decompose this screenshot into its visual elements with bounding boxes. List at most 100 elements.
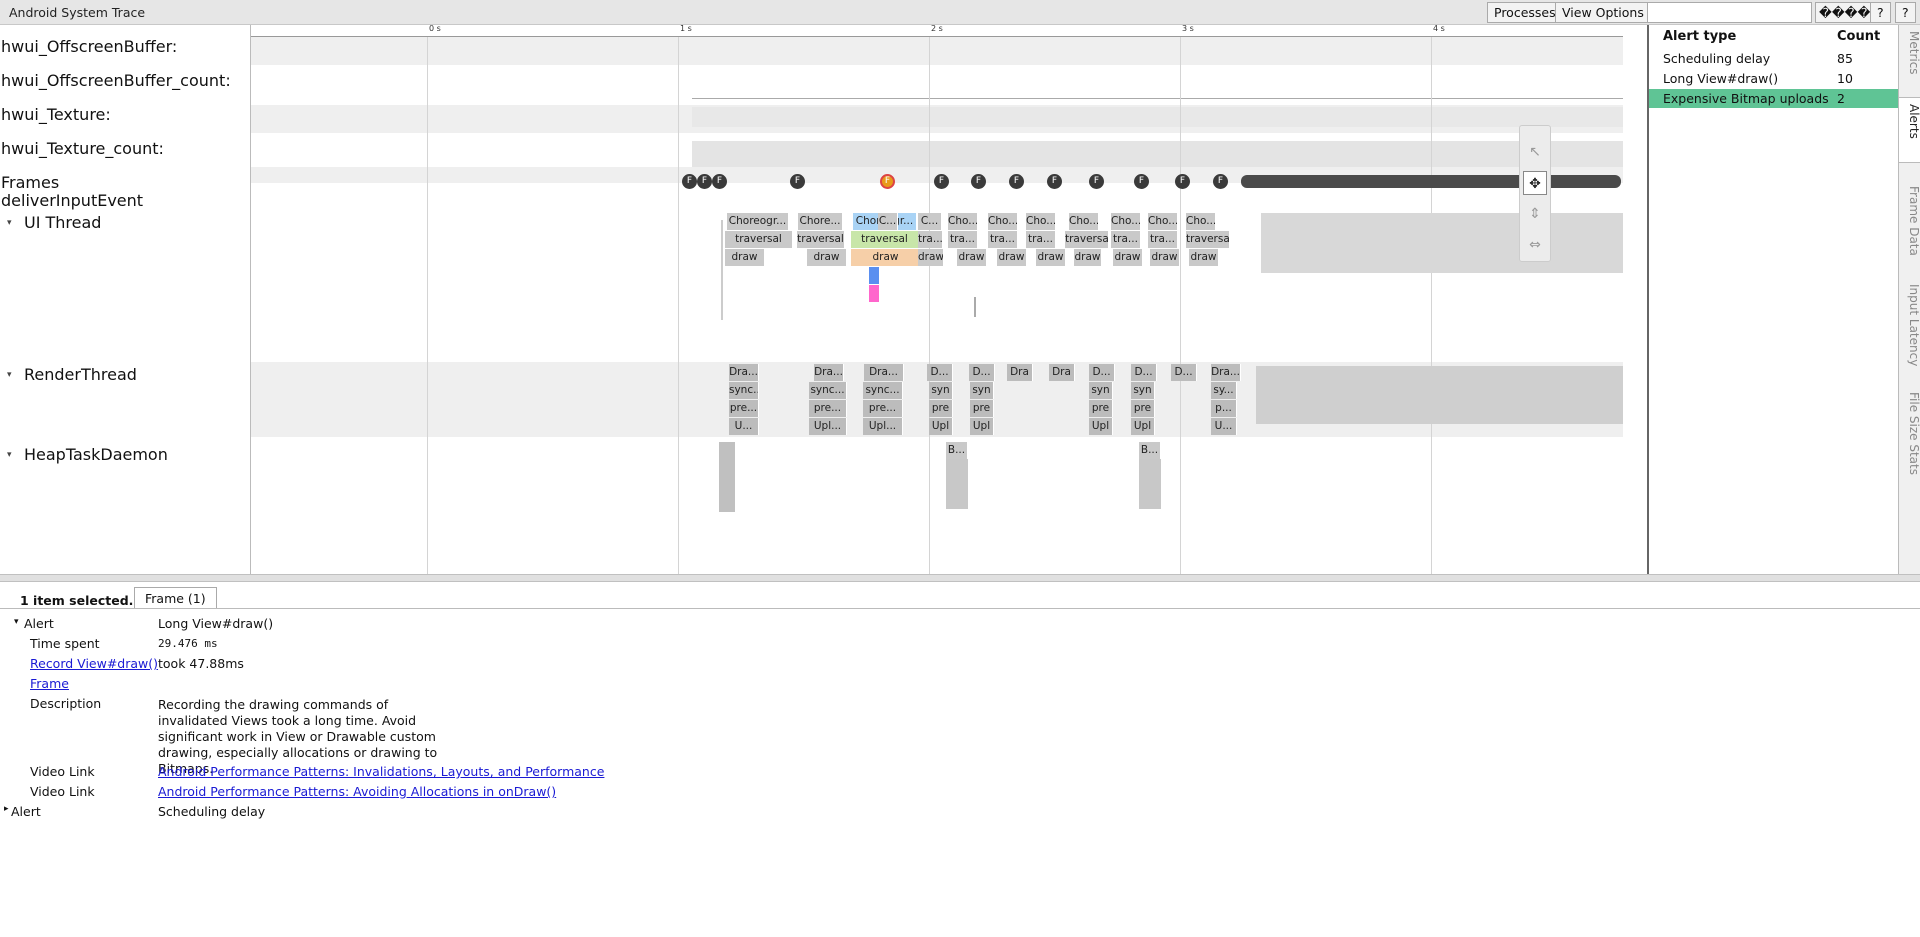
render-slice[interactable]: Dra <box>1007 364 1033 381</box>
frame-marker[interactable]: F <box>1134 174 1149 189</box>
render-slice[interactable]: syn <box>929 382 953 399</box>
render-slice[interactable]: Dra <box>1049 364 1075 381</box>
ui-slice[interactable]: Cho... <box>1186 213 1216 230</box>
render-slice[interactable]: Upl... <box>863 418 903 435</box>
render-slice[interactable]: D... <box>1171 364 1197 381</box>
frame-link[interactable]: Frame <box>30 676 69 691</box>
render-slice[interactable]: D... <box>969 364 995 381</box>
alert-row[interactable]: Long View#draw() 10 <box>1649 69 1900 88</box>
ui-slice[interactable]: draw <box>957 249 987 266</box>
glyph-button[interactable]: ���� <box>1815 2 1875 23</box>
ui-slice[interactable]: draw <box>725 249 765 266</box>
render-slice[interactable]: pre <box>929 400 953 417</box>
ui-slice[interactable]: Cho... <box>1026 213 1056 230</box>
tab-metrics[interactable]: Metrics <box>1899 25 1920 97</box>
ui-slice[interactable]: draw <box>851 249 921 266</box>
col-count[interactable]: Count <box>1837 29 1880 44</box>
render-slice[interactable]: sync... <box>863 382 903 399</box>
expand-arrow-icon[interactable]: ▾ <box>14 617 19 627</box>
ui-slice[interactable]: tra... <box>918 231 943 248</box>
select-tool-icon[interactable]: ↖ <box>1523 140 1547 164</box>
frame-marker[interactable]: F <box>1089 174 1104 189</box>
render-slice[interactable]: pre <box>1089 400 1113 417</box>
tab-frame[interactable]: Frame (1) <box>134 587 217 609</box>
processes-button[interactable]: Processes <box>1487 2 1563 23</box>
track-label-render-thread[interactable]: RenderThread <box>24 365 137 384</box>
track-label-ui-thread[interactable]: UI Thread <box>24 213 101 232</box>
slice-block[interactable] <box>869 267 879 284</box>
render-slice[interactable]: syn <box>970 382 994 399</box>
ui-slice[interactable]: tra... <box>1148 231 1178 248</box>
frame-marker[interactable]: F <box>1175 174 1190 189</box>
ui-slice[interactable]: tra... <box>1111 231 1141 248</box>
render-slice[interactable]: D... <box>1131 364 1157 381</box>
ui-slice[interactable]: traversal <box>1186 231 1230 248</box>
ui-slice[interactable]: draw <box>1189 249 1219 266</box>
zoom-tool-icon[interactable]: ⇕ <box>1523 202 1547 226</box>
render-slice[interactable]: p... <box>1211 400 1237 417</box>
expand-arrow-icon[interactable]: ▾ <box>7 450 12 460</box>
ui-slice[interactable]: draw <box>918 249 944 266</box>
pan-tool-icon[interactable]: ✥ <box>1523 171 1547 195</box>
timeline-view[interactable]: 0 s 1 s 2 s 3 s 4 s FFFFFFFFFFFFF Choreo… <box>251 25 1623 574</box>
ui-slice[interactable]: Cho... <box>1148 213 1178 230</box>
render-slice[interactable]: Dra... <box>814 364 844 381</box>
ui-slice[interactable]: C... <box>878 213 898 230</box>
ui-slice[interactable]: Cho... <box>948 213 978 230</box>
track-label-heap-task-daemon[interactable]: HeapTaskDaemon <box>24 445 168 464</box>
render-slice[interactable]: Dra... <box>864 364 904 381</box>
record-view-draw-link[interactable]: Record View#draw() <box>30 656 158 671</box>
tab-input-latency[interactable]: Input Latency <box>1899 278 1920 378</box>
ui-slice[interactable]: draw <box>1150 249 1180 266</box>
render-slice[interactable]: pre... <box>863 400 903 417</box>
frame-cluster[interactable] <box>1241 175 1621 188</box>
render-slice[interactable]: pre <box>970 400 994 417</box>
render-slice[interactable]: Upl... <box>809 418 847 435</box>
frame-marker[interactable]: F <box>697 174 712 189</box>
ui-slice[interactable]: Chore... <box>798 213 843 230</box>
tab-alerts[interactable]: Alerts <box>1899 97 1920 163</box>
ui-slice[interactable]: Choreogr... <box>727 213 789 230</box>
frame-marker[interactable]: F <box>1047 174 1062 189</box>
frame-marker[interactable]: F <box>971 174 986 189</box>
ui-slice[interactable]: draw <box>807 249 847 266</box>
render-slice[interactable]: syn <box>1131 382 1155 399</box>
frame-marker[interactable]: F <box>712 174 727 189</box>
frame-marker[interactable]: F <box>790 174 805 189</box>
ui-slice[interactable]: tra... <box>948 231 978 248</box>
ui-slice[interactable]: draw <box>1036 249 1066 266</box>
ui-slice[interactable]: tra... <box>988 231 1018 248</box>
frame-marker[interactable]: F <box>1009 174 1024 189</box>
ui-slice[interactable]: Cho... <box>988 213 1018 230</box>
ui-slice[interactable]: draw <box>1113 249 1143 266</box>
render-slice[interactable]: sync... <box>809 382 847 399</box>
render-slice[interactable]: Upl <box>1131 418 1155 435</box>
render-slice[interactable]: pre <box>1131 400 1155 417</box>
ui-slice[interactable]: traversal <box>851 231 919 248</box>
render-slice[interactable]: Upl <box>970 418 994 435</box>
ui-slice[interactable]: Cho... <box>1111 213 1141 230</box>
frame-marker[interactable]: F <box>682 174 697 189</box>
ui-slice[interactable]: C... <box>918 213 942 230</box>
heap-slice[interactable] <box>719 442 735 512</box>
render-slice[interactable]: U... <box>729 418 759 435</box>
expand-arrow-icon[interactable]: ▾ <box>7 218 12 228</box>
expand-arrow-icon[interactable]: ▾ <box>7 370 12 380</box>
render-slice[interactable]: sy... <box>1211 382 1237 399</box>
frame-marker-selected[interactable]: F <box>880 174 895 189</box>
render-slice[interactable]: D... <box>927 364 953 381</box>
tab-file-size-stats[interactable]: File Size Stats <box>1899 386 1920 496</box>
video-link-allocations[interactable]: Android Performance Patterns: Avoiding A… <box>158 784 556 799</box>
ui-slice[interactable]: draw <box>1074 249 1102 266</box>
render-slice[interactable]: sync... <box>729 382 759 399</box>
timing-tool-icon[interactable]: ⇔ <box>1523 233 1547 257</box>
collapse-arrow-icon[interactable]: ▸ <box>4 804 9 814</box>
ui-slice[interactable]: traversal <box>725 231 793 248</box>
render-slice[interactable]: pre... <box>729 400 759 417</box>
ui-slice[interactable]: traversal <box>1065 231 1109 248</box>
frame-marker[interactable]: F <box>1213 174 1228 189</box>
help-button[interactable]: ? <box>1870 2 1891 23</box>
alert-row-selected[interactable]: Expensive Bitmap uploads 2 <box>1649 89 1900 108</box>
render-slice[interactable]: U... <box>1211 418 1237 435</box>
render-slice[interactable]: Dra... <box>1211 364 1241 381</box>
